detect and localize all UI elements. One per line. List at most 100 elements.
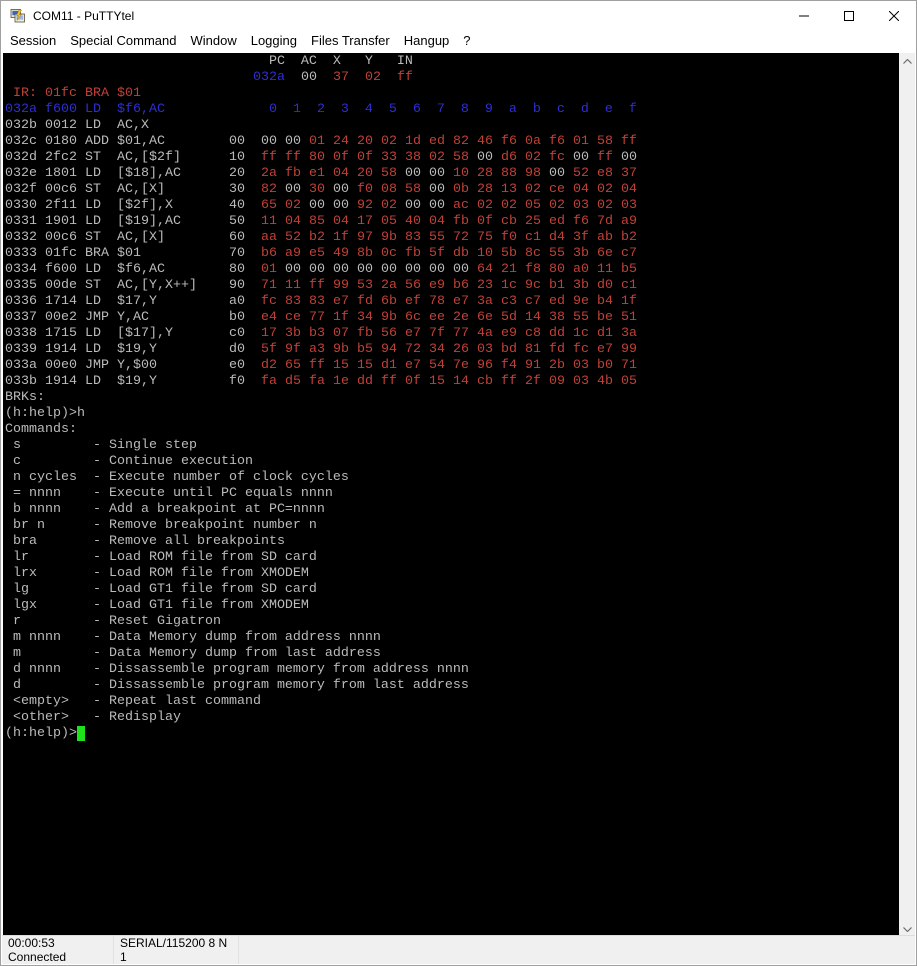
scroll-up-arrow[interactable] xyxy=(899,53,915,70)
terminal-scrollbar[interactable] xyxy=(899,53,915,938)
maximize-icon xyxy=(844,11,854,21)
memory-row-label: b0 xyxy=(229,310,261,325)
terminal-screen[interactable]: PC AC X Y IN 032a 00 37 02 ff IR: 01fc B… xyxy=(3,53,900,938)
menu-item-hangup[interactable]: Hangup xyxy=(397,31,457,51)
memory-byte: 2a xyxy=(381,278,405,293)
memory-byte: 34 xyxy=(429,342,453,357)
memory-byte: 56 xyxy=(405,278,429,293)
memory-byte: 2b xyxy=(549,358,573,373)
memory-byte: fa xyxy=(261,374,285,389)
memory-byte: 9b xyxy=(381,310,405,325)
memory-byte: 85 xyxy=(309,214,333,229)
disassembly-text: 032c 0180 ADD $01,AC xyxy=(5,134,229,149)
memory-byte: 77 xyxy=(309,310,333,325)
register-ac-value: 00 xyxy=(285,70,317,85)
memory-byte: d4 xyxy=(549,230,573,245)
memory-byte: 00 xyxy=(429,262,453,277)
disassembly-text: 0332 00c6 ST AC,[X] xyxy=(5,230,229,245)
memory-byte: 8b xyxy=(357,246,381,261)
menu-item-files-transfer[interactable]: Files Transfer xyxy=(304,31,397,51)
memory-byte: f6 xyxy=(501,134,525,149)
disassembly-line: 032b 0012 LD AC,X xyxy=(5,118,900,134)
memory-byte: fc xyxy=(549,150,573,165)
memory-byte: fb xyxy=(357,326,381,341)
memory-byte: 99 xyxy=(333,278,357,293)
memory-byte: 17 xyxy=(357,214,381,229)
memory-byte: b6 xyxy=(453,278,477,293)
help-command: (h:help)>h xyxy=(5,406,85,421)
memory-byte: 37 xyxy=(621,166,637,181)
memory-byte: d2 xyxy=(261,358,285,373)
memory-byte: 00 xyxy=(405,262,429,277)
memory-byte: 03 xyxy=(477,342,501,357)
menu-item-logging[interactable]: Logging xyxy=(244,31,304,51)
memory-byte: 34 xyxy=(357,310,381,325)
putty-app-icon[interactable] xyxy=(10,8,26,24)
menu-item-window[interactable]: Window xyxy=(183,31,243,51)
command-help-line: s - Single step xyxy=(5,438,900,454)
memory-byte: cb xyxy=(477,374,501,389)
memory-byte: 0f xyxy=(333,150,357,165)
memory-byte: ff xyxy=(381,374,405,389)
memory-byte: 88 xyxy=(501,166,525,181)
menu-item-help[interactable]: ? xyxy=(456,31,477,51)
status-bar-filler xyxy=(239,936,915,964)
memory-byte: ab xyxy=(597,230,621,245)
memory-byte: 81 xyxy=(525,342,549,357)
help-command-line: (h:help)>h xyxy=(5,406,900,422)
disassembly-line: 033b 1914 LD $19,Y f0 fa d5 fa 1e dd ff … xyxy=(5,374,900,390)
memory-byte: 02 xyxy=(597,198,621,213)
minimize-button[interactable] xyxy=(781,1,826,31)
memory-byte: 0f xyxy=(405,374,429,389)
memory-byte: 58 xyxy=(381,166,405,181)
memory-byte: 0c xyxy=(381,246,405,261)
memory-byte: 00 xyxy=(453,262,477,277)
memory-byte: e9 xyxy=(501,326,525,341)
disassembly-text: 0334 f600 LD $f6,AC xyxy=(5,262,229,277)
memory-byte: d1 xyxy=(597,326,621,341)
memory-byte: fa xyxy=(309,374,333,389)
command-help-line: c - Continue execution xyxy=(5,454,900,470)
memory-byte: 6b xyxy=(381,294,405,309)
memory-byte: ff xyxy=(501,374,525,389)
register-values-line: 032a 00 37 02 ff xyxy=(5,70,900,86)
memory-byte: 46 xyxy=(477,134,501,149)
memory-byte: 00 xyxy=(285,262,309,277)
terminal-text-segment xyxy=(5,70,253,85)
disassembly-line: 0338 1715 LD [$17],Y c0 17 3b b3 07 fb 5… xyxy=(5,326,900,342)
command-help-text: d - Dissassemble program memory from las… xyxy=(5,678,469,693)
prompt-text: (h:help)> xyxy=(5,726,77,741)
disassembly-text: 032d 2fc2 ST AC,[$2f] xyxy=(5,150,229,165)
disassembly-line: 033a 00e0 JMP Y,$00 e0 d2 65 ff 15 15 d1… xyxy=(5,358,900,374)
memory-byte: b2 xyxy=(621,230,637,245)
memory-row-label: 90 xyxy=(229,278,261,293)
memory-byte: 00 xyxy=(261,134,285,149)
maximize-button[interactable] xyxy=(826,1,871,31)
memory-byte: 8c xyxy=(525,246,549,261)
menu-item-special-command[interactable]: Special Command xyxy=(63,31,183,51)
memory-byte: 07 xyxy=(333,326,357,341)
disassembly-text: 0336 1714 LD $17,Y xyxy=(5,294,229,309)
command-help-text: = nnnn - Execute until PC equals nnnn xyxy=(5,486,333,501)
memory-byte: 94 xyxy=(381,342,405,357)
close-button[interactable] xyxy=(871,1,916,31)
memory-byte: ee xyxy=(429,310,453,325)
menu-item-session[interactable]: Session xyxy=(3,31,63,51)
disassembly-text: 033b 1914 LD $19,Y xyxy=(5,374,229,389)
memory-byte: 00 xyxy=(333,262,357,277)
terminal-cursor[interactable] xyxy=(77,726,85,741)
memory-byte: 82 xyxy=(453,134,477,149)
memory-byte: 65 xyxy=(285,358,309,373)
register-header: PC AC X Y IN xyxy=(5,54,413,69)
memory-byte: ff xyxy=(597,150,621,165)
disassembly-line: 032c 0180 ADD $01,AC 00 00 00 01 24 20 0… xyxy=(5,134,900,150)
disassembly-line: 032a f600 LD $f6,AC 0 1 2 3 4 5 6 7 8 9 … xyxy=(5,102,900,118)
register-in-value: ff xyxy=(381,70,413,85)
command-help-text: lr - Load ROM file from SD card xyxy=(5,550,317,565)
command-help-line: n cycles - Execute number of clock cycle… xyxy=(5,470,900,486)
memory-row-label: 50 xyxy=(229,214,261,229)
command-help-text: bra - Remove all breakpoints xyxy=(5,534,285,549)
memory-byte: 98 xyxy=(525,166,549,181)
memory-byte: 05 xyxy=(381,214,405,229)
command-help-line: d nnnn - Dissassemble program memory fro… xyxy=(5,662,900,678)
